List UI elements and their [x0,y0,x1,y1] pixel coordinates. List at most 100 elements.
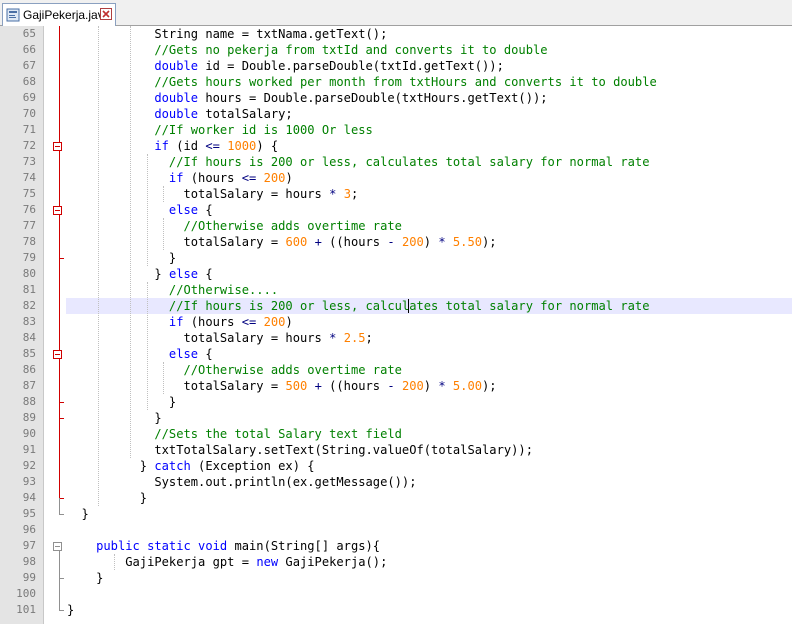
keyword-token: else [67,203,199,217]
code-text: } [67,602,74,618]
code-line[interactable]: 81 //Otherwise.... [0,282,792,298]
code-line[interactable]: 82 //If hours is 200 or less, calculates… [0,298,792,314]
code-token: txtTotalSalary.setText(String.valueOf(to… [67,443,533,457]
operator-token: - [387,235,395,249]
keyword-token: public static void [67,539,228,553]
line-number: 69 [22,91,36,104]
code-line[interactable]: 69 double hours = Double.parseDouble(txt… [0,90,792,106]
code-token: ; [365,331,373,345]
code-line[interactable]: 99 } [0,570,792,586]
java-file-icon [6,8,20,22]
code-line[interactable]: 88 } [0,394,792,410]
line-number: 68 [22,75,36,88]
code-line[interactable]: 91 txtTotalSalary.setText(String.valueOf… [0,442,792,458]
code-line[interactable]: 92 } catch (Exception ex) { [0,458,792,474]
code-text: if (hours <= 200) [67,314,293,330]
code-token: } [67,411,162,425]
code-line[interactable]: 89 } [0,410,792,426]
code-line[interactable]: 73 //If hours is 200 or less, calculates… [0,154,792,170]
code-text: double id = Double.parseDouble(txtId.get… [67,58,504,74]
code-line[interactable]: 97 public static void main(String[] args… [0,538,792,554]
code-line[interactable]: 67 double id = Double.parseDouble(txtId.… [0,58,792,74]
code-text: } [67,506,89,522]
code-token: ((hours [321,379,388,393]
code-line[interactable]: 76 else { [0,202,792,218]
code-line[interactable]: 72 if (id <= 1000) { [0,138,792,154]
code-line[interactable]: 68 //Gets hours worked per month from tx… [0,74,792,90]
text-caret [408,299,409,313]
comment-token: //Gets no pekerja from txtId and convert… [67,43,548,57]
code-line[interactable]: 80 } else { [0,266,792,282]
code-token: ; [350,187,359,201]
code-line[interactable]: 71 //If worker id is 1000 Or less [0,122,792,138]
code-line[interactable]: 98 GajiPekerja gpt = new GajiPekerja(); [0,554,792,570]
operator-token: * [438,235,446,249]
code-text: } [67,410,162,426]
code-line[interactable]: 87 totalSalary = 500 + ((hours - 200) * … [0,378,792,394]
code-text: } [67,394,176,410]
line-number: 71 [22,123,36,136]
tab-bar: GajiPekerja.java [0,0,792,26]
number-token: 1000 [227,139,257,153]
code-line[interactable]: 100 [0,586,792,602]
code-token: GajiPekerja(); [278,555,388,569]
operator-token: * [438,379,446,393]
line-number: 92 [22,459,36,472]
number-token: 2.5 [343,331,366,345]
code-line[interactable]: 90 //Sets the total Salary text field [0,426,792,442]
line-number: 94 [22,491,36,504]
fold-collapse-icon[interactable] [53,542,62,551]
code-line[interactable]: 96 [0,522,792,538]
code-token: ); [482,235,497,249]
line-number: 70 [22,107,36,120]
code-token: (hours [183,171,242,185]
code-text: } else { [67,266,212,282]
code-line[interactable]: 95 } [0,506,792,522]
code-line[interactable]: 86 //Otherwise adds overtime rate [0,362,792,378]
close-icon[interactable] [100,8,112,20]
code-token: ) [423,379,439,393]
code-token: ); [482,379,497,393]
code-token: } [67,571,104,585]
fold-collapse-icon[interactable] [53,350,62,359]
code-text: } [67,490,147,506]
code-line[interactable]: 94 } [0,490,792,506]
fold-range-line [59,498,60,514]
code-line[interactable]: 84 totalSalary = hours * 2.5; [0,330,792,346]
code-line[interactable]: 66 //Gets no pekerja from txtId and conv… [0,42,792,58]
code-line[interactable]: 85 else { [0,346,792,362]
code-line[interactable]: 75 totalSalary = hours * 3; [0,186,792,202]
line-number: 87 [22,379,36,392]
keyword-token: else [67,347,199,361]
code-line[interactable]: 78 totalSalary = 600 + ((hours - 200) * … [0,234,792,250]
code-text: System.out.println(ex.getMessage()); [67,474,416,490]
number-token: 200 [401,235,424,249]
code-token: id = Double.parseDouble(txtId.getText())… [198,59,504,73]
code-token: (id [168,139,206,153]
code-token: totalSalary = hours [67,331,330,345]
code-line[interactable]: 65 String name = txtNama.getText(); [0,26,792,42]
keyword-token: if [67,171,184,185]
line-number: 77 [22,219,36,232]
code-line[interactable]: 77 //Otherwise adds overtime rate [0,218,792,234]
code-text: else { [67,202,213,218]
code-line[interactable]: 74 if (hours <= 200) [0,170,792,186]
code-line[interactable]: 70 double totalSalary; [0,106,792,122]
comment-token: //Gets hours worked per month from txtHo… [67,75,657,89]
indent-guide [147,154,149,266]
code-line[interactable]: 101} [0,602,792,618]
code-line[interactable]: 79 } [0,250,792,266]
keyword-token: else [168,267,199,281]
code-line[interactable]: 83 if (hours <= 200) [0,314,792,330]
fold-collapse-icon[interactable] [53,142,62,151]
fold-end-marker [59,514,64,515]
line-number: 97 [22,539,36,552]
code-line[interactable]: 93 System.out.println(ex.getMessage()); [0,474,792,490]
code-token: } [67,603,75,617]
code-text: totalSalary = hours * 3; [67,186,358,202]
tab-gajipekerja[interactable]: GajiPekerja.java [2,3,116,26]
fold-collapse-icon[interactable] [53,206,62,215]
